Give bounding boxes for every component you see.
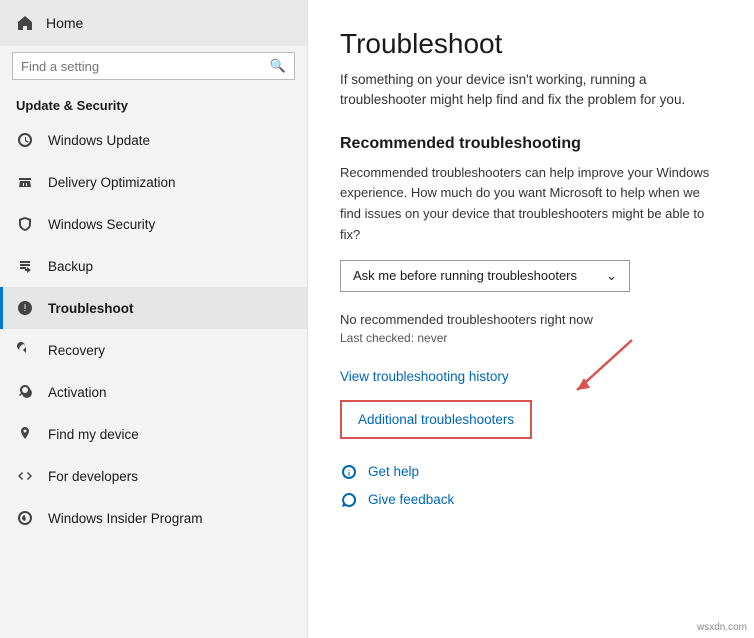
bottom-links: Get help Give feedback — [340, 463, 722, 509]
sidebar-item-delivery-optimization[interactable]: Delivery Optimization — [0, 161, 307, 203]
sidebar-item-label: Recovery — [48, 343, 105, 358]
get-help-icon — [340, 463, 358, 481]
dropdown-value: Ask me before running troubleshooters — [353, 268, 577, 283]
chevron-down-icon: ⌄ — [606, 268, 617, 284]
sidebar-item-backup[interactable]: Backup — [0, 245, 307, 287]
activation-icon — [16, 383, 34, 401]
additional-troubleshooters-container: Additional troubleshooters — [340, 400, 532, 463]
view-history-link[interactable]: View troubleshooting history — [340, 369, 722, 384]
sidebar-item-for-developers[interactable]: For developers — [0, 455, 307, 497]
give-feedback-label: Give feedback — [368, 492, 454, 507]
troubleshooter-dropdown[interactable]: Ask me before running troubleshooters ⌄ — [340, 260, 630, 292]
sidebar-item-label: For developers — [48, 469, 138, 484]
give-feedback-link[interactable]: Give feedback — [340, 491, 722, 509]
sidebar-item-find-my-device[interactable]: Find my device — [0, 413, 307, 455]
troubleshoot-icon — [16, 299, 34, 317]
update-icon — [16, 131, 34, 149]
recommended-section-desc: Recommended troubleshooters can help imp… — [340, 163, 722, 246]
insider-icon — [16, 509, 34, 527]
sidebar-item-label: Windows Update — [48, 133, 150, 148]
sidebar: Home 🔍 Update & Security Windows Update … — [0, 0, 308, 638]
find-device-icon — [16, 425, 34, 443]
additional-troubleshooters-button[interactable]: Additional troubleshooters — [340, 400, 532, 439]
sidebar-item-label: Windows Insider Program — [48, 511, 203, 526]
sidebar-item-label: Windows Security — [48, 217, 155, 232]
sidebar-item-label: Delivery Optimization — [48, 175, 176, 190]
sidebar-item-label: Find my device — [48, 427, 139, 442]
delivery-icon — [16, 173, 34, 191]
sidebar-item-label: Backup — [48, 259, 93, 274]
backup-icon — [16, 257, 34, 275]
home-icon — [16, 14, 34, 32]
sidebar-home-label: Home — [46, 15, 83, 31]
recovery-icon — [16, 341, 34, 359]
developers-icon — [16, 467, 34, 485]
recommended-section-title: Recommended troubleshooting — [340, 135, 722, 153]
page-title: Troubleshoot — [340, 28, 722, 60]
sidebar-item-windows-update[interactable]: Windows Update — [0, 119, 307, 161]
no-troubleshooters-text: No recommended troubleshooters right now — [340, 312, 722, 327]
sidebar-item-recovery[interactable]: Recovery — [0, 329, 307, 371]
sidebar-item-label: Troubleshoot — [48, 301, 134, 316]
sidebar-item-windows-insider[interactable]: Windows Insider Program — [0, 497, 307, 539]
sidebar-item-label: Activation — [48, 385, 107, 400]
get-help-link[interactable]: Get help — [340, 463, 722, 481]
sidebar-item-windows-security[interactable]: Windows Security — [0, 203, 307, 245]
last-checked-text: Last checked: never — [340, 331, 722, 345]
sidebar-item-troubleshoot[interactable]: Troubleshoot — [0, 287, 307, 329]
get-help-label: Get help — [368, 464, 419, 479]
search-box[interactable]: 🔍 — [12, 52, 295, 80]
sidebar-item-activation[interactable]: Activation — [0, 371, 307, 413]
sidebar-item-home[interactable]: Home — [0, 0, 307, 46]
search-input[interactable] — [21, 59, 270, 74]
intro-text: If something on your device isn't workin… — [340, 70, 722, 111]
security-icon — [16, 215, 34, 233]
main-content: Troubleshoot If something on your device… — [308, 0, 754, 638]
sidebar-section-title: Update & Security — [0, 90, 307, 119]
search-icon: 🔍 — [270, 58, 286, 74]
watermark: wsxdn.com — [694, 621, 750, 634]
give-feedback-icon — [340, 491, 358, 509]
